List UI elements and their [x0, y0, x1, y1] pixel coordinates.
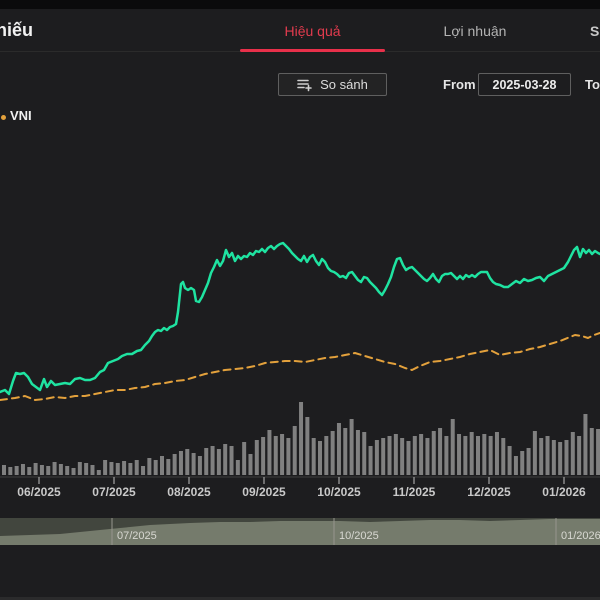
to-label: To — [585, 77, 600, 92]
playlist-add-icon — [297, 77, 313, 92]
page-title: hiếu — [0, 20, 34, 40]
svg-text:06/2025: 06/2025 — [17, 485, 61, 499]
tab-hieu-qua[interactable]: Hiệu quả — [240, 23, 385, 43]
svg-text:01/2026: 01/2026 — [542, 485, 586, 499]
window-top-strip — [0, 0, 600, 9]
from-date-input[interactable] — [478, 73, 571, 96]
svg-text:11/2025: 11/2025 — [393, 485, 436, 499]
svg-text:10/2025: 10/2025 — [317, 485, 361, 499]
svg-text:12/2025: 12/2025 — [467, 485, 511, 499]
svg-text:07/2025: 07/2025 — [92, 485, 136, 499]
from-label: From — [443, 77, 476, 92]
tab-clipped[interactable]: S — [590, 23, 600, 43]
svg-text:08/2025: 08/2025 — [167, 485, 211, 499]
compare-button[interactable]: So sánh — [278, 73, 387, 96]
active-tab-underline — [240, 49, 385, 52]
svg-text:09/2025: 09/2025 — [242, 485, 286, 499]
compare-button-label: So sánh — [320, 77, 368, 92]
vni-legend-marker — [1, 115, 6, 120]
tab-loi-nhuan[interactable]: Lợi nhuận — [415, 23, 535, 43]
vni-legend-label[interactable]: VNI — [10, 108, 32, 123]
navigator-label-3: 01/2026 — [561, 530, 600, 542]
navigator-label-2: 10/2025 — [339, 530, 379, 542]
navigator-label-1: 07/2025 — [117, 530, 157, 542]
